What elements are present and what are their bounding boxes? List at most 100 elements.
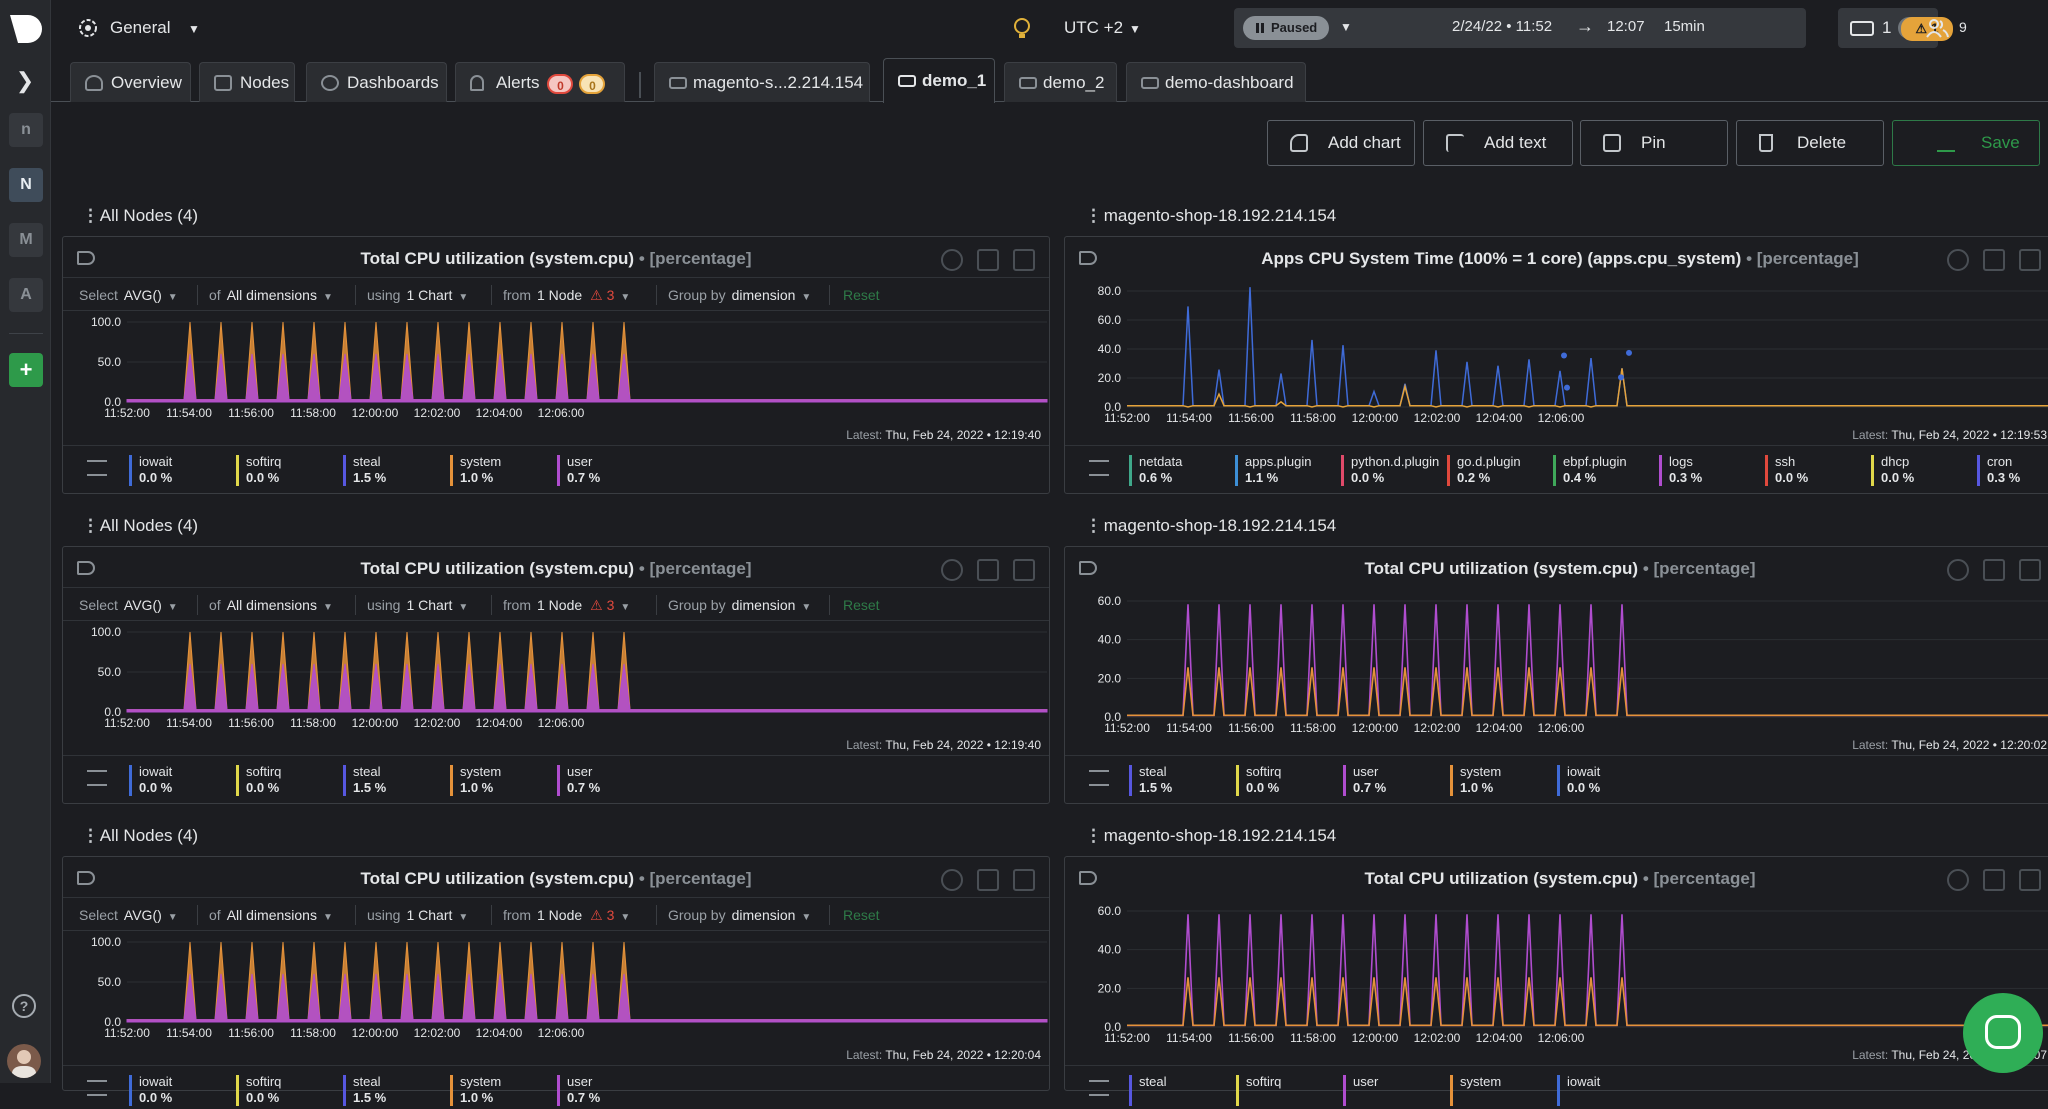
group-by-select[interactable]: Group by dimension ▼	[668, 287, 811, 303]
legend-item[interactable]: system 1.0 %	[1450, 764, 1501, 796]
legend-item[interactable]: apps.plugin 1.1 %	[1235, 454, 1312, 486]
sort-icon[interactable]	[87, 770, 107, 786]
chat-support-button[interactable]	[1963, 993, 2043, 1073]
dimensions-select[interactable]: of All dimensions ▼	[209, 907, 333, 923]
chevron-down-icon[interactable]: ▼	[1340, 20, 1352, 34]
aggregation-select[interactable]: Select AVG() ▼	[79, 597, 178, 613]
chart-area[interactable]: 100.0 50.0 0.0 11:52:00 11:54:00 11:56:00 11:5…	[63, 622, 1049, 732]
legend-item[interactable]: python.d.plugin 0.0 %	[1341, 454, 1439, 486]
chart-mode-select[interactable]: using 1 Chart ▼	[367, 597, 468, 613]
legend-item[interactable]: ssh 0.0 %	[1765, 454, 1808, 486]
time-duration[interactable]: 15min	[1664, 18, 1705, 35]
tab-demo-1[interactable]: demo_1	[883, 58, 995, 103]
tab-demo-dashboard[interactable]: demo-dashboard	[1126, 62, 1306, 102]
chart-area[interactable]: 80.0 60.0 40.0 20.0 0.0 11:52:00 11:54:00 11:56…	[1065, 277, 2048, 427]
info-icon[interactable]	[1947, 559, 1969, 581]
members-icon[interactable]	[1926, 18, 1950, 38]
tab-alerts[interactable]: Alerts 0 0	[455, 62, 625, 102]
sort-icon[interactable]	[87, 1080, 107, 1096]
netdata-logo[interactable]	[6, 10, 44, 48]
chart-svg[interactable]: 100.050.00.011:52:00 11:54:00 11:56:00 11:5…	[63, 312, 1051, 422]
help-icon[interactable]: ?	[12, 994, 36, 1018]
legend-item[interactable]: user 0.7 %	[1343, 764, 1386, 796]
chart-area[interactable]: 100.0 50.0 0.0 11:52:00 11:54:00 11:56:00 11:5…	[63, 932, 1049, 1042]
more-icon[interactable]: ⋮	[82, 826, 99, 846]
section-title-right-1[interactable]: ⋮ magento-shop-18.192.214.154	[1085, 206, 1336, 226]
section-title-right-3[interactable]: ⋮ magento-shop-18.192.214.154	[1085, 826, 1336, 846]
more-icon[interactable]: ⋮	[82, 516, 99, 536]
legend-item[interactable]: system 1.0 %	[450, 454, 501, 486]
tab-overview[interactable]: Overview	[70, 62, 191, 102]
tab-nodes[interactable]: Nodes	[199, 62, 295, 102]
chart-svg[interactable]: 60.040.020.00.011:52:00 11:54:00 11:56:00 1…	[1065, 587, 2048, 737]
info-icon[interactable]	[1947, 249, 1969, 271]
chart-style-icon[interactable]	[977, 869, 999, 891]
legend-item[interactable]: softirq 0.0 %	[236, 1074, 281, 1106]
expand-sidebar-icon[interactable]: ❯	[10, 66, 40, 96]
legend-item[interactable]: steal 1.5 %	[1129, 764, 1172, 796]
save-button[interactable]: Save	[1892, 120, 2040, 166]
legend-item[interactable]: iowait	[1557, 1074, 1600, 1106]
add-space-button[interactable]: +	[9, 353, 43, 387]
chart-area[interactable]: 60.0 40.0 20.0 0.0 11:52:00 11:54:00 11:56:00 1…	[1065, 587, 2048, 737]
nodes-select[interactable]: from 1 Node ⚠ 3 ▼	[503, 597, 630, 614]
legend-item[interactable]: system 1.0 %	[450, 764, 501, 796]
dimensions-select[interactable]: of All dimensions ▼	[209, 287, 333, 303]
delete-button[interactable]: Delete	[1736, 120, 1884, 166]
more-icon[interactable]: ⋮	[1085, 516, 1102, 536]
legend-item[interactable]: cron 0.3 %	[1977, 454, 2020, 486]
chart-svg[interactable]: 100.050.00.011:52:00 11:54:00 11:56:00 11:5…	[63, 932, 1051, 1042]
legend-item[interactable]: logs 0.3 %	[1659, 454, 1702, 486]
legend-item[interactable]: iowait 0.0 %	[129, 454, 172, 486]
chart-style-icon[interactable]	[1983, 559, 2005, 581]
section-title-left-1[interactable]: ⋮ All Nodes (4)	[82, 206, 198, 226]
info-icon[interactable]	[941, 559, 963, 581]
more-icon[interactable]: ⋮	[82, 206, 99, 226]
info-icon[interactable]	[941, 869, 963, 891]
tab-demo-2[interactable]: demo_2	[1004, 62, 1117, 102]
sort-icon[interactable]	[1089, 770, 1109, 786]
aggregation-select[interactable]: Select AVG() ▼	[79, 287, 178, 303]
legend-item[interactable]: iowait 0.0 %	[129, 1074, 172, 1106]
chart-svg[interactable]: 80.060.040.020.00.011:52:00 11:54:00 11:56…	[1065, 277, 2048, 427]
reset-button[interactable]: Reset	[843, 907, 880, 923]
fullscreen-icon[interactable]	[2019, 869, 2041, 891]
legend-item[interactable]: steal 1.5 %	[343, 1074, 386, 1106]
legend-item[interactable]: go.d.plugin 0.2 %	[1447, 454, 1521, 486]
chart-style-icon[interactable]	[977, 559, 999, 581]
nodes-select[interactable]: from 1 Node ⚠ 3 ▼	[503, 907, 630, 924]
legend-item[interactable]: netdata 0.6 %	[1129, 454, 1182, 486]
timezone-select[interactable]: UTC +2	[1064, 18, 1123, 38]
chart-mode-select[interactable]: using 1 Chart ▼	[367, 907, 468, 923]
info-icon[interactable]	[941, 249, 963, 271]
chart-svg[interactable]: 60.040.020.00.011:52:00 11:54:00 11:56:00 1…	[1065, 897, 2048, 1047]
legend-item[interactable]: iowait 0.0 %	[129, 764, 172, 796]
sort-icon[interactable]	[87, 460, 107, 476]
aggregation-select[interactable]: Select AVG() ▼	[79, 907, 178, 923]
chart-svg[interactable]: 100.050.00.011:52:00 11:54:00 11:56:00 11:5…	[63, 622, 1051, 732]
chart-mode-select[interactable]: using 1 Chart ▼	[367, 287, 468, 303]
paused-badge[interactable]: Paused	[1243, 16, 1329, 40]
chart-style-icon[interactable]	[977, 249, 999, 271]
chart-area[interactable]: 100.0 50.0 0.0 11:52:00 11:54:00 11:56:00 11:5…	[63, 312, 1049, 422]
group-by-select[interactable]: Group by dimension ▼	[668, 597, 811, 613]
fullscreen-icon[interactable]	[1013, 249, 1035, 271]
avatar[interactable]	[7, 1044, 41, 1078]
group-by-select[interactable]: Group by dimension ▼	[668, 907, 811, 923]
legend-item[interactable]: user 0.7 %	[557, 1074, 600, 1106]
pin-button[interactable]: Pin	[1580, 120, 1728, 166]
section-title-left-2[interactable]: ⋮ All Nodes (4)	[82, 516, 198, 536]
legend-item[interactable]: steal 1.5 %	[343, 454, 386, 486]
space-n[interactable]: n	[9, 113, 43, 147]
tab-dashboards[interactable]: Dashboards	[306, 62, 447, 102]
reset-button[interactable]: Reset	[843, 597, 880, 613]
sort-icon[interactable]	[1089, 1080, 1109, 1096]
fullscreen-icon[interactable]	[2019, 249, 2041, 271]
legend-item[interactable]: softirq 0.0 %	[1236, 764, 1281, 796]
chevron-down-icon[interactable]: ▼	[1129, 22, 1141, 36]
more-icon[interactable]: ⋮	[1085, 206, 1102, 226]
legend-item[interactable]: system	[1450, 1074, 1501, 1106]
space-M[interactable]: M	[9, 223, 43, 257]
news-bulb-icon[interactable]	[1011, 16, 1033, 40]
legend-item[interactable]: dhcp 0.0 %	[1871, 454, 1914, 486]
